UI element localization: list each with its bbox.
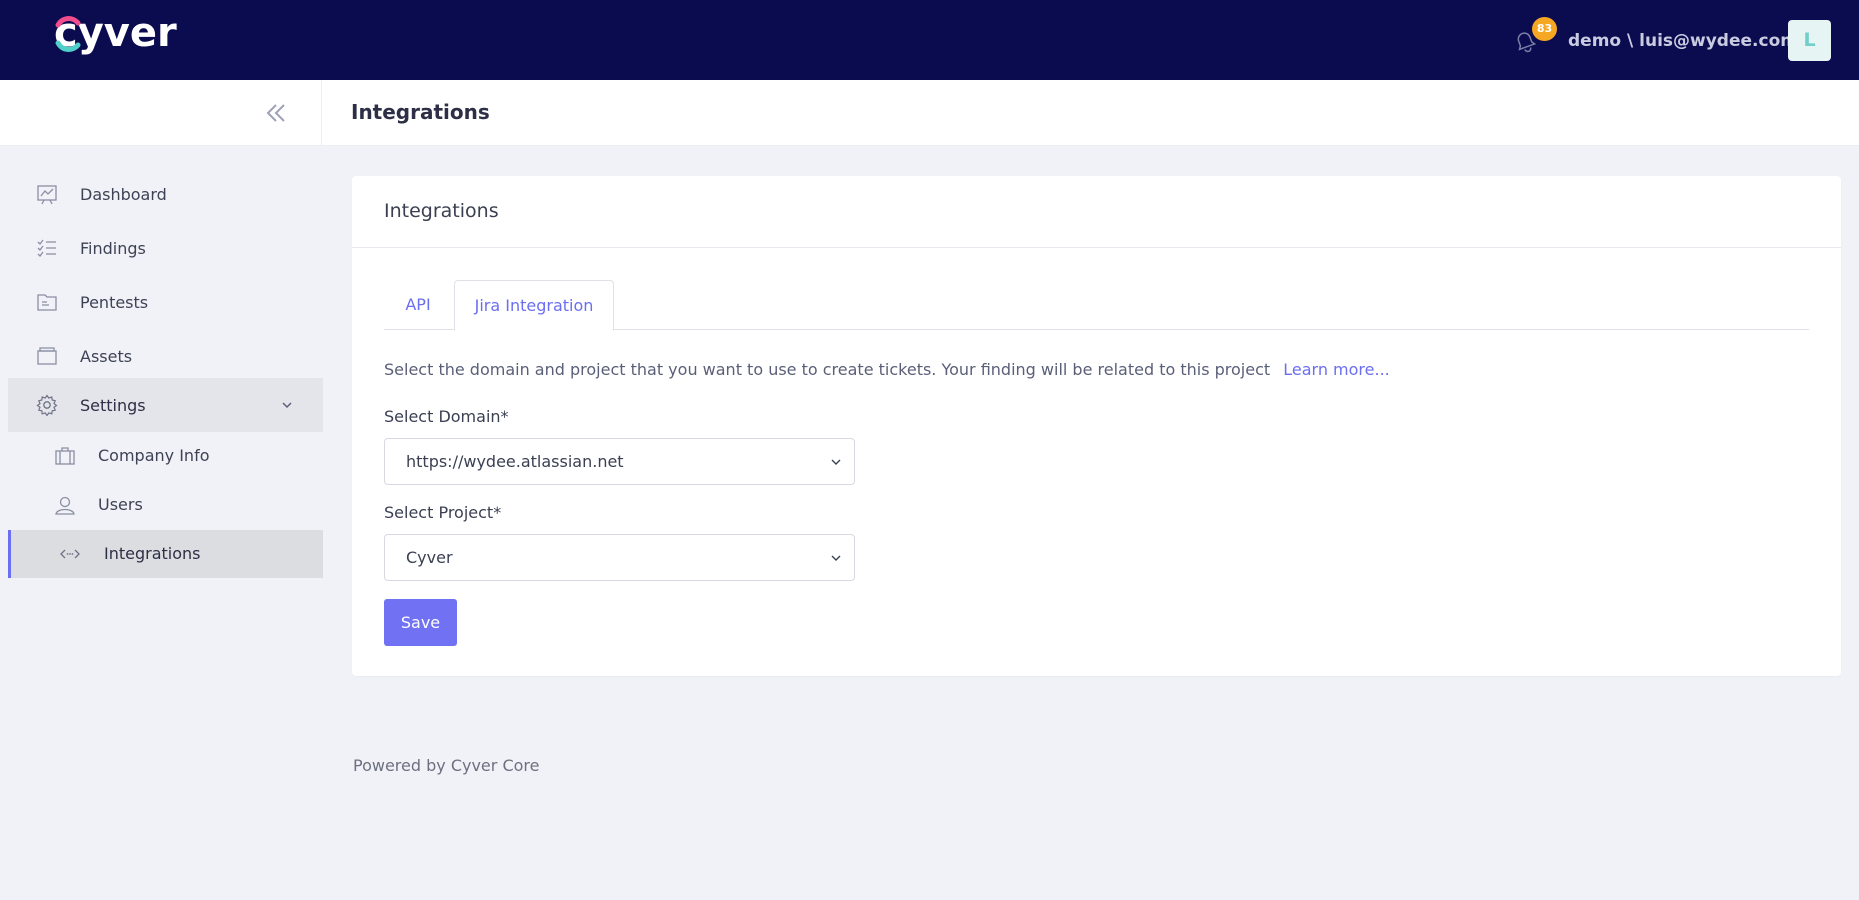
project-select[interactable]: Cyver [384,534,855,581]
sidebar-item-company-info[interactable]: Company Info [8,432,323,480]
sidebar-item-integrations[interactable]: Integrations [8,530,323,578]
integrations-icon [60,549,80,559]
page-title-bar: Integrations [0,80,1859,146]
collapse-sidebar-icon[interactable] [262,99,292,127]
project-select-value: Cyver [406,548,453,567]
save-button[interactable]: Save [384,599,457,646]
divider [321,80,322,146]
sidebar-item-label: Users [98,495,143,514]
sidebar-item-label: Company Info [98,446,210,465]
footer-text: Powered by Cyver Core [353,756,540,775]
select-domain-label: Select Domain* [384,407,509,426]
tab-jira-integration[interactable]: Jira Integration [454,280,614,331]
cyver-logo[interactable]: cyver [52,10,182,60]
findings-icon [37,239,56,257]
description-text: Select the domain and project that you w… [384,360,1271,379]
chevron-down-icon [831,459,841,465]
chevron-down-icon [282,402,292,409]
briefcase-icon [55,447,75,465]
tab-api[interactable]: API [384,280,452,330]
card-header: Integrations [352,176,1841,248]
integrations-card: Integrations API Jira Integration Select… [352,176,1841,676]
learn-more-link[interactable]: Learn more... [1283,360,1390,379]
notification-badge: 83 [1532,17,1557,41]
sidebar-item-dashboard[interactable]: Dashboard [8,168,323,220]
sidebar: Dashboard Findings Pentests Assets Setti… [0,146,323,900]
integration-description: Select the domain and project that you w… [384,360,1390,379]
chevron-down-icon [831,555,841,561]
sidebar-item-label: Pentests [80,292,149,312]
avatar[interactable]: L [1788,20,1831,61]
tab-bar: API Jira Integration [384,280,1809,331]
domain-select[interactable]: https://wydee.atlassian.net [384,438,855,485]
sidebar-item-assets[interactable]: Assets [8,330,323,382]
select-project-label: Select Project* [384,503,502,522]
sidebar-item-label: Assets [80,346,133,366]
users-icon [55,496,75,515]
gear-icon [36,394,58,416]
top-header: cyver 83 demo \ luis@wydee.com L [0,0,1859,80]
sidebar-item-label: Findings [80,238,146,258]
card-title: Integrations [384,200,499,222]
sidebar-item-settings[interactable]: Settings [8,378,323,432]
sidebar-item-label: Integrations [104,544,201,563]
sidebar-item-label: Dashboard [80,184,167,204]
assets-icon [37,347,57,365]
sidebar-item-label: Settings [80,395,146,415]
dashboard-icon [37,185,57,205]
domain-select-value: https://wydee.atlassian.net [406,452,624,471]
page-title: Integrations [351,100,490,124]
sidebar-item-pentests[interactable]: Pentests [8,276,323,328]
sidebar-item-users[interactable]: Users [8,481,323,529]
sidebar-item-findings[interactable]: Findings [8,222,323,274]
pentests-icon [37,294,57,311]
user-account-label[interactable]: demo \ luis@wydee.com [1568,28,1798,54]
